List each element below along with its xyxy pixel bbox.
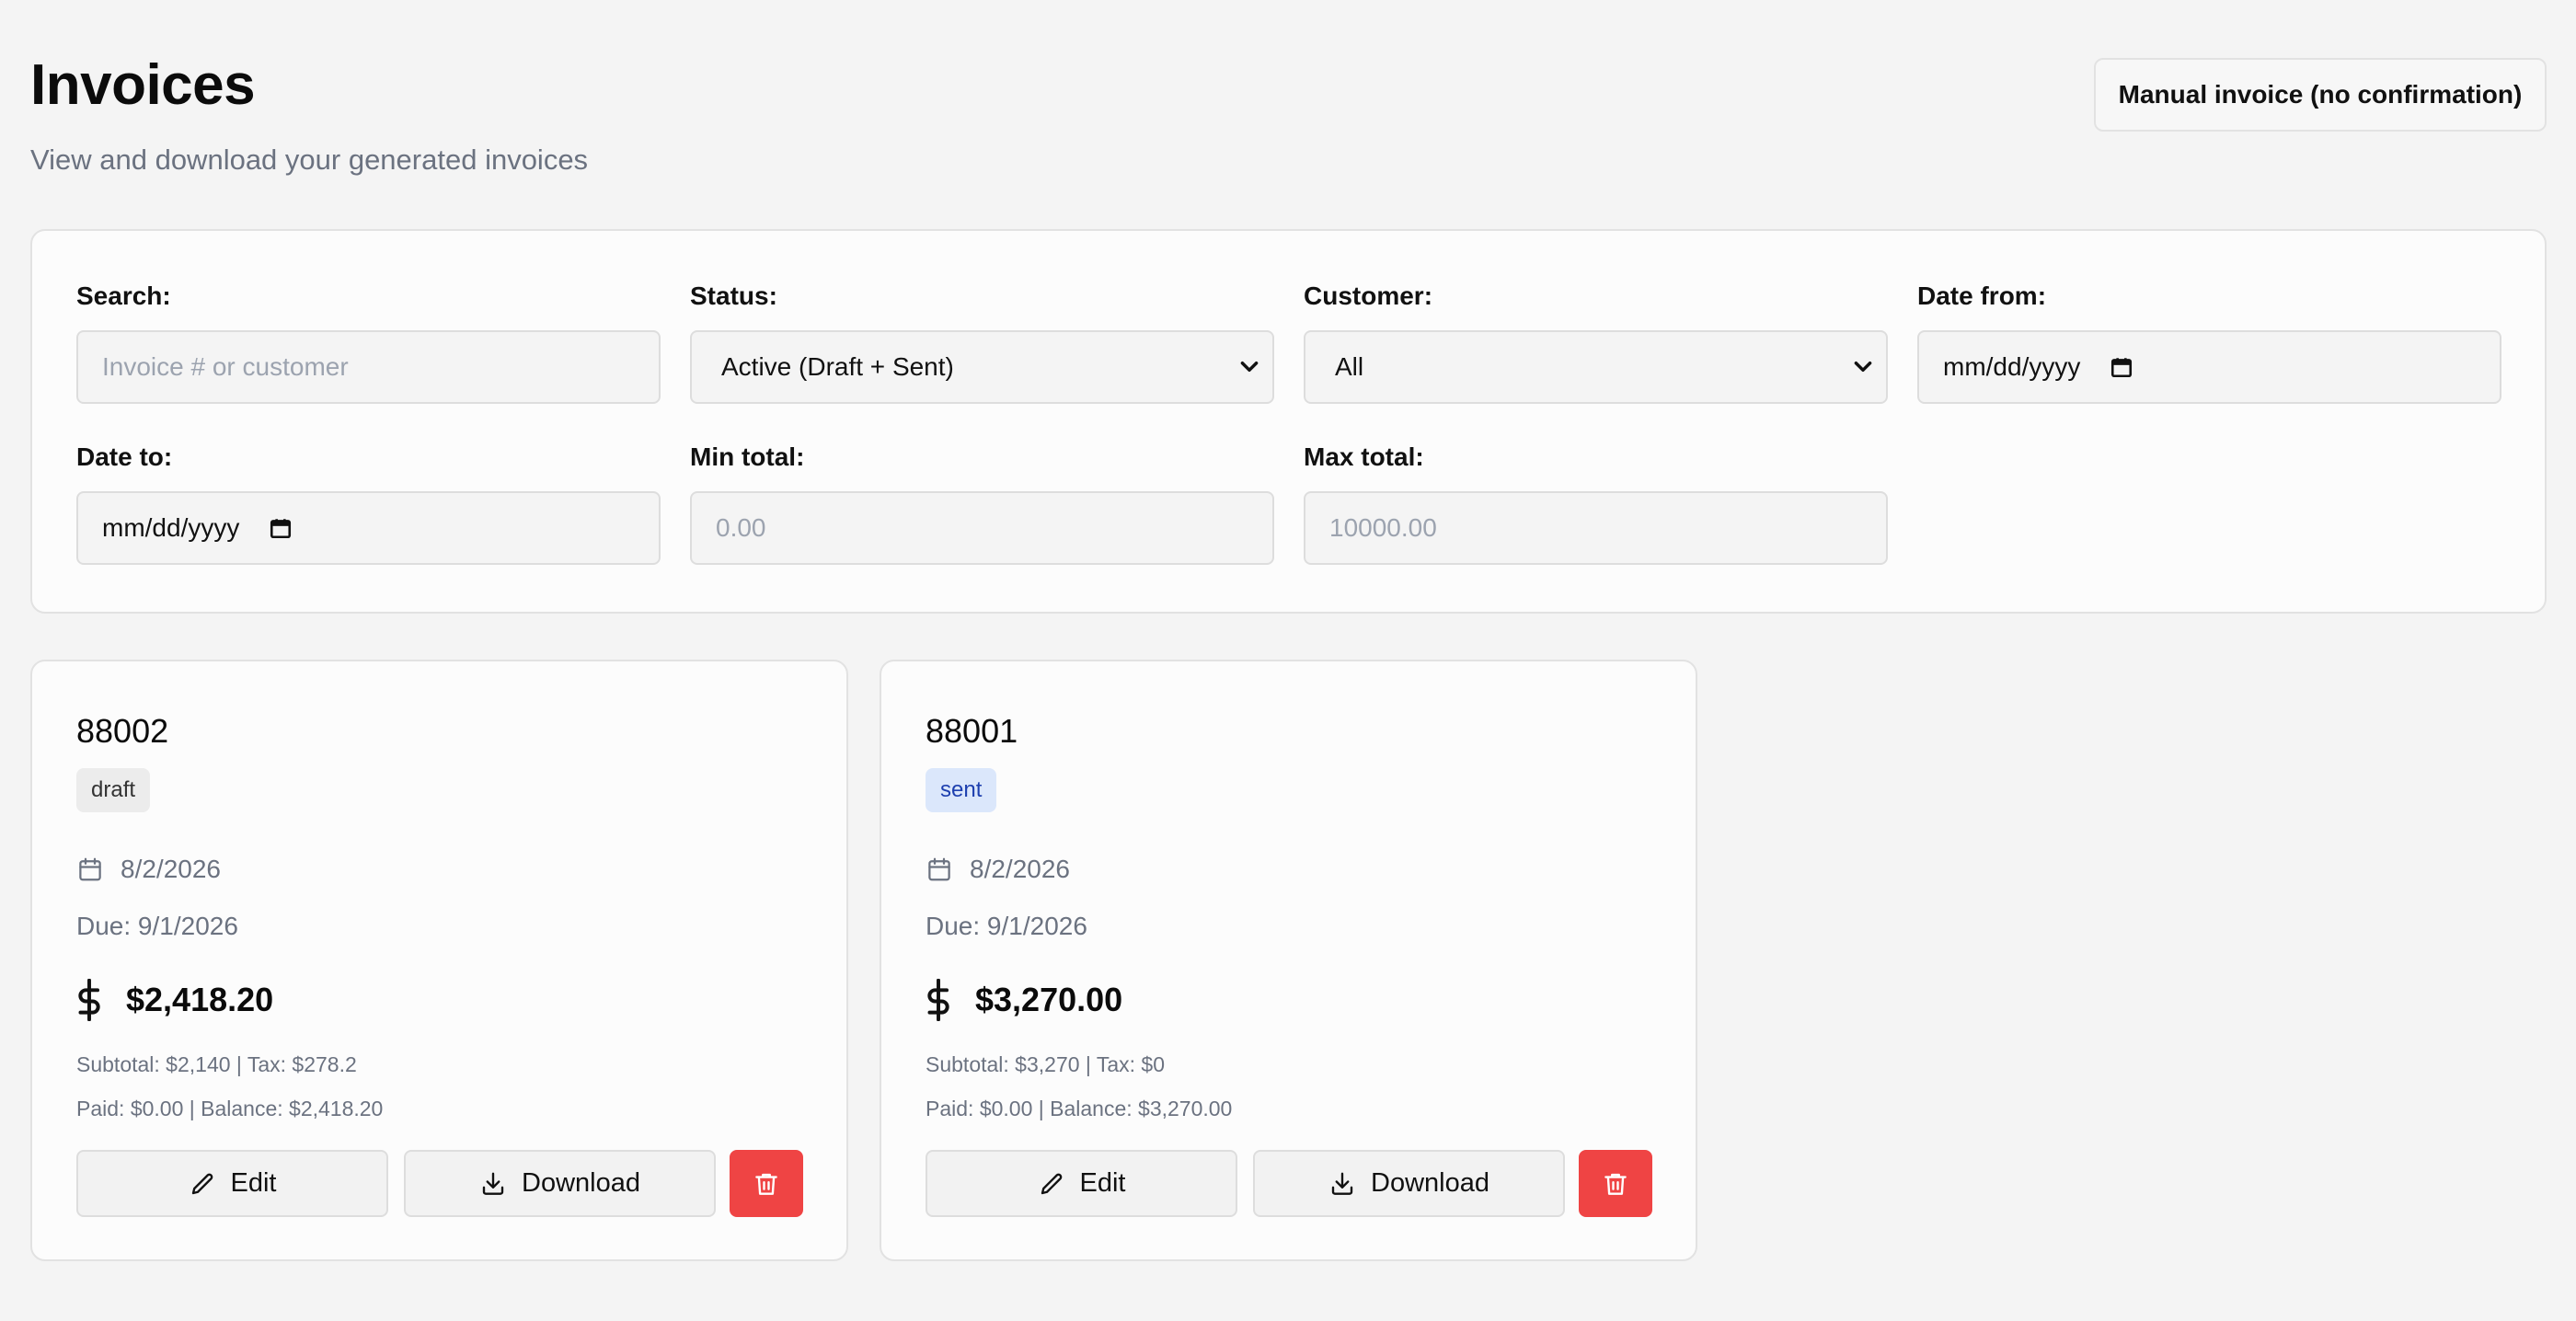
invoice-card: 88001 sent 8/2/2026 Due: 9/1/2026 $3,270… [880,660,1697,1261]
edit-button-label: Edit [1079,1168,1126,1198]
min-total-input[interactable]: 0.00 [690,491,1274,565]
trash-icon [1604,1173,1627,1195]
search-label: Search: [76,281,171,310]
invoice-total: $2,418.20 [76,979,273,1021]
status-badge: sent [926,768,997,812]
calendar-icon [928,857,950,881]
invoice-subtotal-tax: Subtotal: $2,140 | Tax: $278.2 [76,1052,357,1076]
customer-select[interactable]: All [1304,330,1888,404]
page-subtitle: View and download your generated invoice… [30,144,589,176]
invoice-date: 8/2/2026 [76,855,221,884]
delete-button[interactable] [730,1150,803,1217]
download-icon [482,1172,504,1195]
edit-button[interactable]: Edit [926,1150,1237,1217]
date-to-value: mm/dd/yyyy [102,513,240,542]
invoice-date: 8/2/2026 [926,855,1070,884]
invoice-date-value: 8/2/2026 [121,855,221,883]
status-select-value: Active (Draft + Sent) [721,352,954,381]
calendar-icon[interactable] [269,515,293,541]
invoice-due-date: Due: 9/1/2026 [76,912,238,940]
trash-icon [755,1173,777,1195]
invoice-paid-balance: Paid: $0.00 | Balance: $2,418.20 [76,1097,384,1120]
download-icon [1331,1172,1353,1195]
date-from-input[interactable]: mm/dd/yyyy [1917,330,2501,404]
date-to-label: Date to: [76,442,173,471]
customer-label: Customer: [1304,281,1433,310]
download-button-label: Download [1371,1168,1489,1198]
download-button[interactable]: Download [404,1150,716,1217]
dollar-icon [927,979,949,1021]
max-total-label: Max total: [1304,442,1424,471]
status-select[interactable]: Active (Draft + Sent) [690,330,1274,404]
invoice-paid-balance: Paid: $0.00 | Balance: $3,270.00 [926,1097,1233,1120]
invoice-number: 88001 [926,712,1018,750]
status-badge: draft [76,768,151,812]
status-label: Status: [690,281,777,310]
search-input[interactable]: Invoice # or customer [76,330,661,404]
max-total-input[interactable]: 10000.00 [1304,491,1888,565]
pencil-icon [191,1173,213,1194]
date-from-value: mm/dd/yyyy [1943,352,2081,381]
invoice-total-value: $3,270.00 [975,981,1123,1018]
chevron-down-icon [1854,362,1872,373]
edit-button-label: Edit [230,1168,277,1198]
date-to-input[interactable]: mm/dd/yyyy [76,491,661,565]
customer-select-value: All [1335,352,1364,381]
min-total-label: Min total: [690,442,805,471]
delete-button[interactable] [1579,1150,1652,1217]
invoice-card: 88002 draft 8/2/2026 Due: 9/1/2026 $2,41… [30,660,848,1261]
invoice-total: $3,270.00 [926,979,1122,1021]
download-button-label: Download [522,1168,640,1198]
chevron-down-icon [1240,362,1259,373]
calendar-icon[interactable] [2110,354,2133,380]
manual-invoice-button[interactable]: Manual invoice (no confirmation) [2094,58,2547,132]
dollar-icon [78,979,100,1021]
calendar-icon [79,857,101,881]
download-button[interactable]: Download [1253,1150,1565,1217]
edit-button[interactable]: Edit [76,1150,388,1217]
invoice-date-value: 8/2/2026 [970,855,1070,883]
date-from-label: Date from: [1917,281,2047,310]
page-title: Invoices [30,53,256,117]
invoice-number: 88002 [76,712,169,750]
pencil-icon [1041,1173,1062,1194]
invoice-total-value: $2,418.20 [126,981,274,1018]
filters-panel: Search: Invoice # or customer Status: Ac… [30,229,2547,614]
invoice-due-date: Due: 9/1/2026 [926,912,1087,940]
invoice-subtotal-tax: Subtotal: $3,270 | Tax: $0 [926,1052,1166,1076]
